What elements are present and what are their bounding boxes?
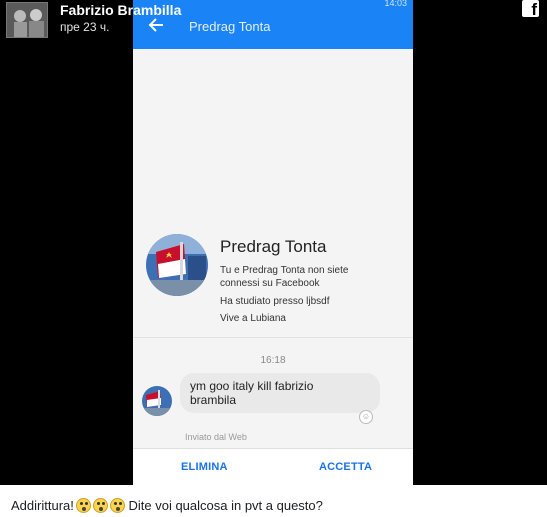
caption-tail: Dite voi qualcosa in pvt a questo?: [124, 498, 323, 513]
add-reaction-icon: ☺: [359, 410, 373, 424]
post-header: Fabrizio Brambilla пре 23 ч.: [6, 2, 181, 38]
message-text-line1: ym goo italy kill fabrizio: [190, 379, 314, 393]
profile-education: Ha studiato presso ljbsdf: [220, 296, 330, 307]
divider: [133, 337, 413, 338]
profile-connection-line2: connessi su Facebook: [220, 278, 320, 289]
request-action-bar: ELIMINA ACCETTA: [133, 448, 413, 485]
caption-lead: Addirittura!: [11, 498, 74, 513]
post-caption: Addirittura! Dite voi qualcosa in pvt a …: [11, 498, 323, 513]
messenger-screenshot: 14:03 Predrag Tonta Predrag Tonta Tu e P…: [133, 0, 413, 485]
accept-button: ACCETTA: [319, 461, 373, 473]
face-screaming-icon: [109, 498, 125, 513]
conversation-title: Predrag Tonta: [189, 19, 271, 34]
delete-button: ELIMINA: [181, 461, 228, 473]
face-screaming-icon: [92, 498, 108, 513]
message-bubble: ym goo italy kill fabrizio brambila: [180, 373, 380, 413]
author-name[interactable]: Fabrizio Brambilla: [60, 2, 181, 18]
post-media[interactable]: Fabrizio Brambilla пре 23 ч. f 14:03 Pre…: [0, 0, 547, 485]
message-timestamp: 16:18: [260, 355, 286, 366]
author-avatar[interactable]: [6, 2, 48, 38]
message-text-line2: brambila: [190, 393, 237, 407]
profile-avatar: [146, 234, 208, 296]
message-sender-avatar: [142, 386, 172, 416]
profile-name: Predrag Tonta: [220, 237, 327, 256]
facebook-icon: f: [522, 0, 539, 17]
post-time[interactable]: пре 23 ч.: [60, 19, 181, 35]
face-screaming-icon: [75, 498, 91, 513]
profile-location: Vive a Lubiana: [220, 313, 286, 324]
profile-connection-line1: Tu e Predrag Tonta non siete: [220, 265, 349, 276]
sent-via-label: Inviato dal Web: [185, 432, 247, 442]
